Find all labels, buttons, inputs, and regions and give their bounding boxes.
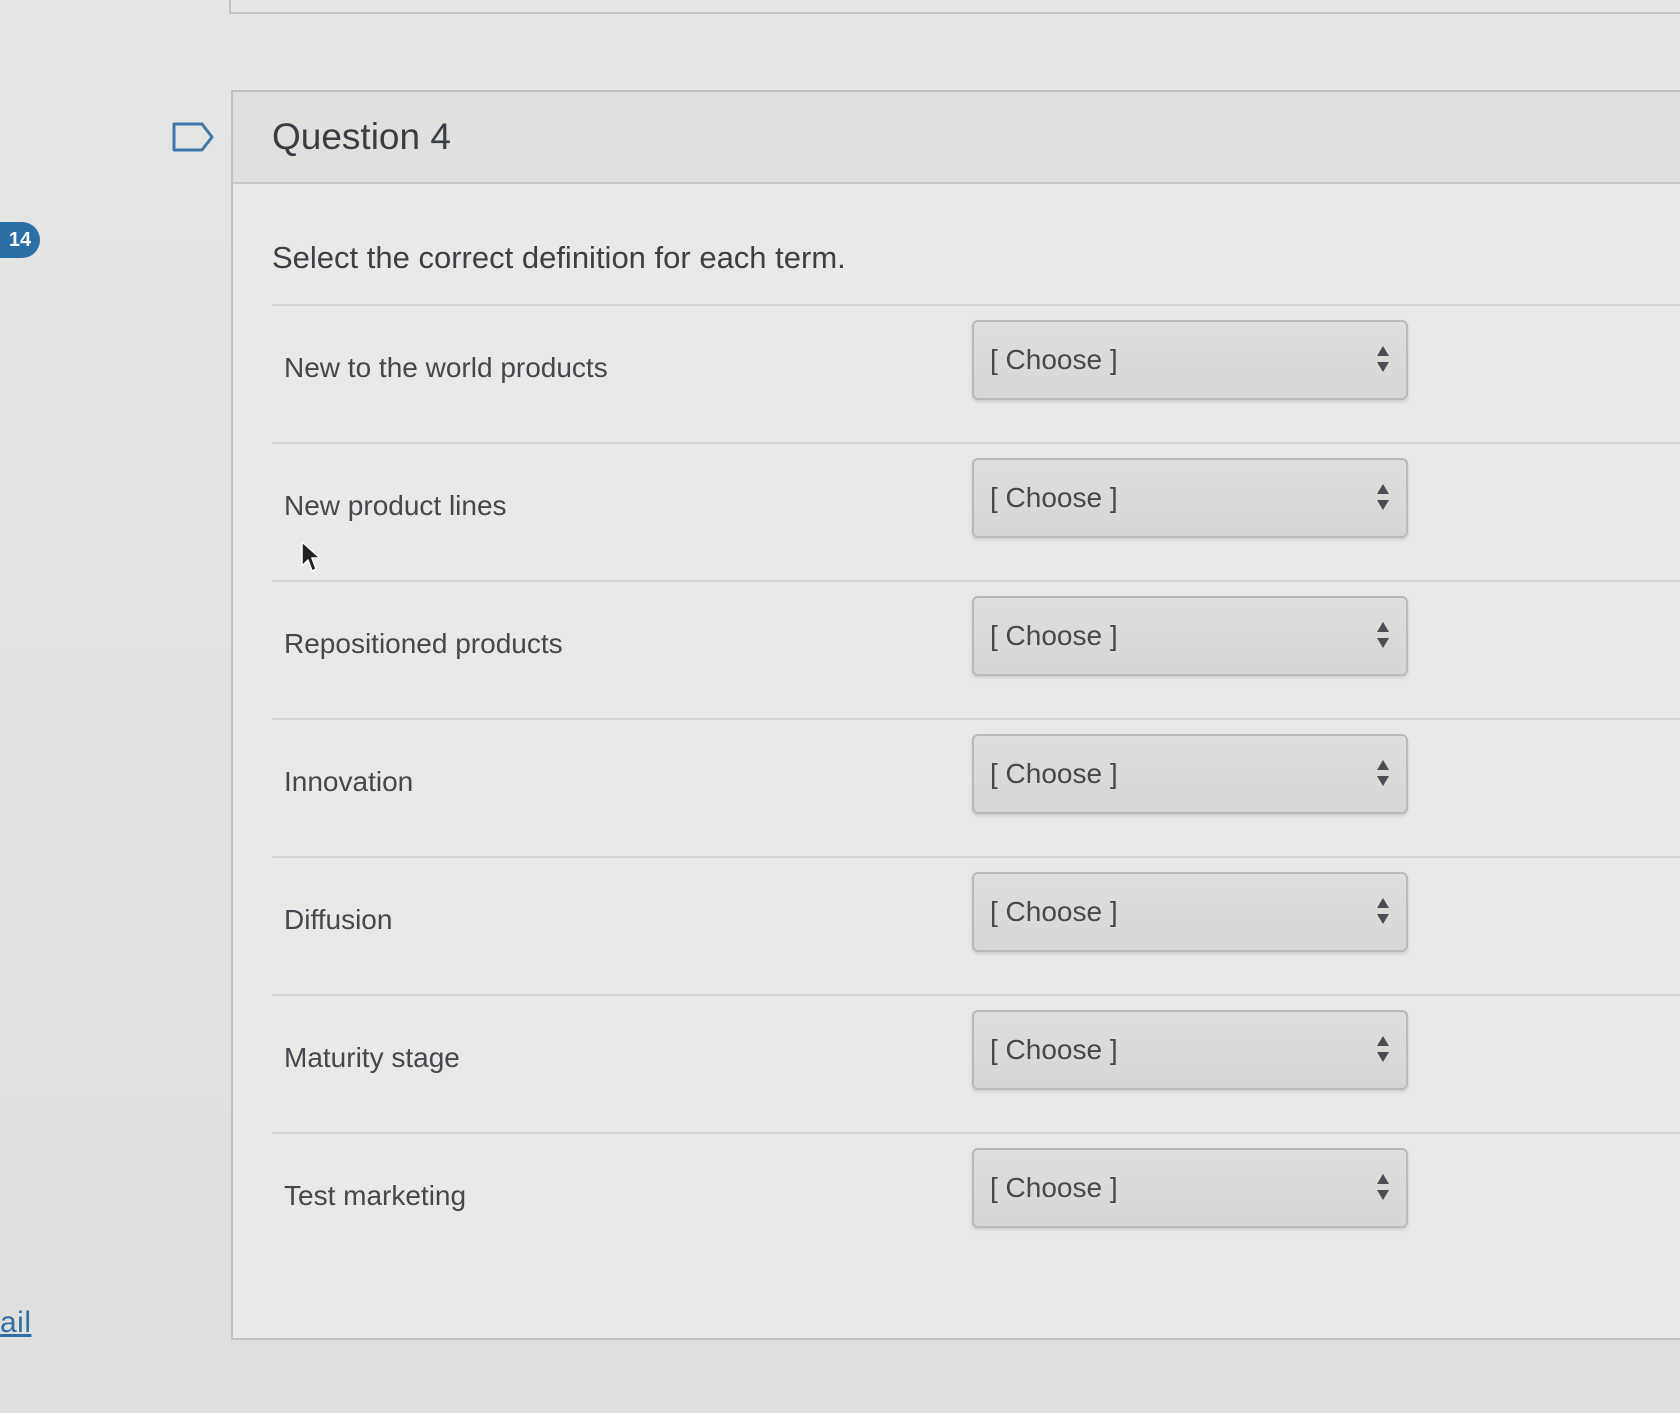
select-value: [ Choose ] (990, 482, 1118, 513)
match-row: Innovation [ Choose ] (272, 718, 1680, 856)
definition-select[interactable]: [ Choose ] (972, 734, 1408, 814)
up-down-arrows-icon (1377, 484, 1389, 510)
select-value: [ Choose ] (990, 1172, 1118, 1203)
mouse-pointer-icon (301, 541, 321, 572)
match-row: New product lines [ Choose ] (272, 442, 1680, 580)
flag-question-icon[interactable] (172, 122, 214, 152)
term-label: New product lines (284, 490, 507, 521)
match-row: Repositioned products [ Choose ] (272, 580, 1680, 718)
question-card: Question 4 Select the correct definition… (231, 90, 1680, 1340)
definition-select[interactable]: [ Choose ] (972, 596, 1408, 676)
definition-select[interactable]: [ Choose ] (972, 1010, 1408, 1090)
term-label: Innovation (284, 766, 414, 797)
match-row: New to the world products [ Choose ] (272, 304, 1680, 442)
match-row: Test marketing [ Choose ] (272, 1132, 1680, 1270)
question-header: Question 4 (233, 92, 1680, 184)
definition-select[interactable]: [ Choose ] (972, 1148, 1408, 1228)
select-value: [ Choose ] (990, 896, 1118, 927)
definition-select[interactable]: [ Choose ] (972, 320, 1408, 400)
sidebar-link-fragment[interactable]: ail (0, 1306, 32, 1340)
term-label: New to the world products (284, 352, 608, 383)
select-value: [ Choose ] (990, 620, 1118, 651)
up-down-arrows-icon (1377, 1036, 1389, 1062)
previous-question-card (229, 0, 1680, 14)
term-label: Repositioned products (284, 628, 563, 659)
question-title: Question 4 (272, 116, 451, 157)
up-down-arrows-icon (1377, 1174, 1389, 1200)
up-down-arrows-icon (1377, 622, 1389, 648)
notification-badge[interactable]: 14 (0, 222, 40, 258)
select-value: [ Choose ] (990, 1034, 1118, 1065)
term-label: Diffusion (284, 904, 393, 935)
match-row: Maturity stage [ Choose ] (272, 994, 1680, 1132)
match-row: Diffusion [ Choose ] (272, 856, 1680, 994)
up-down-arrows-icon (1377, 898, 1389, 924)
select-value: [ Choose ] (990, 344, 1118, 375)
up-down-arrows-icon (1377, 346, 1389, 372)
question-body: Select the correct definition for each t… (233, 240, 1680, 1270)
term-label: Maturity stage (284, 1042, 460, 1073)
term-label: Test marketing (284, 1180, 467, 1211)
definition-select[interactable]: [ Choose ] (972, 458, 1408, 538)
definition-select[interactable]: [ Choose ] (972, 872, 1408, 952)
up-down-arrows-icon (1377, 760, 1389, 786)
quiz-page: 14 ail Question 4 Select the correct def… (0, 0, 1680, 1413)
select-value: [ Choose ] (990, 758, 1118, 789)
question-instruction: Select the correct definition for each t… (272, 240, 846, 275)
